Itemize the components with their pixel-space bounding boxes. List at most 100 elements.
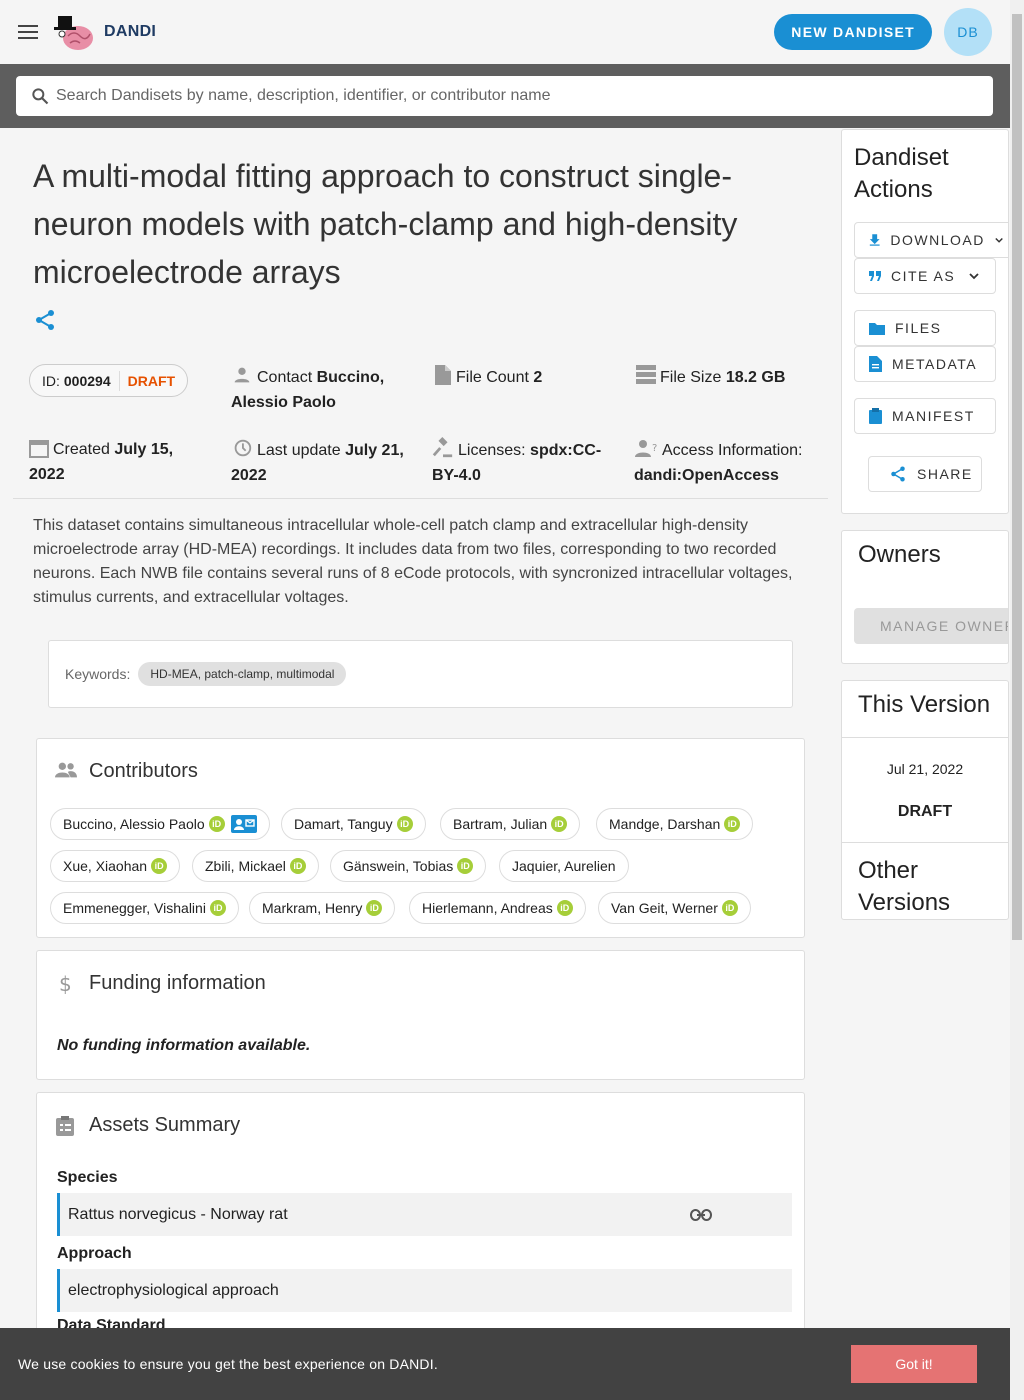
cite-as-button[interactable]: CITE AS bbox=[854, 258, 996, 294]
dandiset-id: 000294 bbox=[63, 372, 111, 389]
folder-icon bbox=[869, 322, 885, 335]
orcid-icon[interactable]: iD bbox=[396, 816, 413, 832]
metadata-button[interactable]: METADATA bbox=[854, 346, 996, 382]
cookie-banner: We use cookies to ensure you get the bes… bbox=[0, 1328, 1010, 1400]
share-label: SHARE bbox=[917, 466, 973, 482]
menu-icon[interactable] bbox=[8, 12, 48, 52]
metadata-label: METADATA bbox=[892, 356, 978, 372]
storage-icon bbox=[636, 365, 656, 384]
link-icon[interactable] bbox=[690, 1208, 712, 1222]
scrollbar-thumb[interactable] bbox=[1012, 14, 1022, 940]
orcid-icon[interactable]: iD bbox=[556, 900, 573, 916]
download-button[interactable]: DOWNLOAD bbox=[854, 222, 1008, 258]
new-dandiset-button[interactable]: NEW DANDISET bbox=[774, 14, 932, 50]
orcid-icon[interactable]: iD bbox=[208, 816, 225, 832]
version-status[interactable]: DRAFT bbox=[842, 803, 1008, 821]
contributor-chip[interactable]: Xue, Xiaohan iD bbox=[50, 850, 181, 882]
created-label: Created bbox=[53, 441, 110, 458]
contributor-chip[interactable]: Van Geit, Werner iD bbox=[598, 892, 751, 924]
manifest-button[interactable]: MANIFEST bbox=[854, 398, 996, 434]
brand-name[interactable]: DANDI bbox=[104, 23, 156, 41]
versions-panel: This Version Jul 21, 2022 DRAFT Other Ve… bbox=[841, 680, 1009, 920]
approach-value: electrophysiological approach bbox=[68, 1281, 279, 1299]
search-bar bbox=[0, 64, 1010, 128]
license-info: Licenses: spdx:CC-BY-4.0 bbox=[432, 437, 612, 488]
access-value: dandi:OpenAccess bbox=[634, 467, 779, 484]
chevron-down-icon bbox=[995, 237, 1003, 243]
user-avatar[interactable]: DB bbox=[944, 8, 992, 56]
contributor-name: Buccino, Alessio Paolo bbox=[63, 816, 205, 832]
scrollbar[interactable] bbox=[1010, 0, 1024, 1400]
history-icon bbox=[234, 439, 252, 457]
chevron-down-icon bbox=[969, 272, 979, 279]
cite-as-label: CITE AS bbox=[891, 268, 956, 284]
dandiset-description: This dataset contains simultaneous intra… bbox=[33, 517, 793, 606]
document-icon bbox=[869, 356, 882, 372]
owners-panel: Owners MANAGE OWNERS bbox=[841, 530, 1009, 664]
species-item: Rattus norvegicus - Norway rat bbox=[57, 1193, 792, 1236]
contributors-card: Contributors Buccino, Alessio Paolo iD D… bbox=[36, 738, 805, 938]
license-label: Licenses: bbox=[458, 442, 526, 459]
contributor-chip[interactable]: Emmenegger, Vishalini iD bbox=[50, 892, 239, 924]
contributor-name: Mandge, Darshan bbox=[609, 816, 721, 832]
share-icon[interactable] bbox=[33, 308, 57, 337]
contributor-chip[interactable]: Markram, Henry iD bbox=[249, 892, 396, 924]
contributors-title: Contributors bbox=[89, 760, 198, 782]
access-label: Access Information: bbox=[662, 442, 803, 459]
search-box bbox=[16, 76, 993, 116]
contributor-name: Jaquier, Aurelien bbox=[512, 858, 616, 874]
calendar-icon bbox=[29, 440, 49, 458]
manage-owners-button[interactable]: MANAGE OWNERS bbox=[854, 608, 1008, 644]
contact-label: Contact bbox=[257, 369, 313, 386]
contributor-chip[interactable]: Hierlemann, Andreas iD bbox=[409, 892, 586, 924]
approach-item: electrophysiological approach bbox=[57, 1269, 792, 1312]
orcid-icon[interactable]: iD bbox=[366, 900, 383, 916]
assets-summary-title: Assets Summary bbox=[89, 1114, 241, 1136]
orcid-icon[interactable]: iD bbox=[457, 858, 474, 874]
updated-info: Last update July 21, 2022 bbox=[231, 437, 416, 488]
funding-empty-text: No funding information available. bbox=[57, 1037, 311, 1054]
contributor-name: Bartram, Julian bbox=[453, 816, 548, 832]
contributor-chip[interactable]: Gänswein, Tobias iD bbox=[330, 850, 487, 882]
this-version-title: This Version bbox=[858, 691, 991, 718]
contributor-chip[interactable]: Mandge, Darshan iD bbox=[596, 808, 754, 840]
id-label: ID: bbox=[42, 372, 60, 389]
version-date[interactable]: Jul 21, 2022 bbox=[842, 761, 1008, 777]
funding-title: Funding information bbox=[89, 972, 266, 994]
svg-text:?: ? bbox=[652, 443, 657, 454]
dandi-logo[interactable] bbox=[52, 10, 96, 54]
files-button[interactable]: FILES bbox=[854, 310, 996, 346]
cookie-text: We use cookies to ensure you get the bes… bbox=[18, 1356, 438, 1372]
manifest-label: MANIFEST bbox=[892, 408, 975, 424]
orcid-icon[interactable]: iD bbox=[289, 858, 306, 874]
contributor-name: Gänswein, Tobias bbox=[343, 858, 454, 874]
file-count-value: 2 bbox=[533, 369, 543, 386]
contact-card-icon bbox=[230, 815, 257, 833]
contributor-chip[interactable]: Buccino, Alessio Paolo iD bbox=[50, 808, 270, 840]
contributor-name: Zbili, Mickael bbox=[205, 858, 286, 874]
species-value: Rattus norvegicus - Norway rat bbox=[68, 1205, 288, 1223]
contributor-chip[interactable]: Jaquier, Aurelien bbox=[499, 850, 629, 882]
orcid-icon[interactable]: iD bbox=[721, 900, 738, 916]
contributor-name: Van Geit, Werner bbox=[611, 900, 718, 916]
contributor-chip[interactable]: Bartram, Julian iD bbox=[440, 808, 581, 840]
keywords-label: Keywords: bbox=[65, 666, 131, 682]
orcid-icon[interactable]: iD bbox=[209, 900, 226, 916]
orcid-icon[interactable]: iD bbox=[724, 816, 741, 832]
keyword-chip[interactable]: HD-MEA, patch-clamp, multimodal bbox=[138, 662, 347, 686]
file-count-info: File Count 2 bbox=[434, 364, 614, 390]
keywords-box: Keywords: HD-MEA, patch-clamp, multimoda… bbox=[48, 640, 793, 708]
download-label: DOWNLOAD bbox=[890, 232, 985, 248]
search-input[interactable] bbox=[56, 76, 993, 116]
share-button[interactable]: SHARE bbox=[868, 456, 982, 492]
people-icon bbox=[55, 762, 77, 778]
cookie-accept-button[interactable]: Got it! bbox=[851, 1345, 977, 1383]
file-size-label: File Size bbox=[660, 369, 722, 386]
owners-title: Owners bbox=[858, 541, 941, 568]
orcid-icon[interactable]: iD bbox=[551, 816, 568, 832]
other-versions-title: Other Versions bbox=[858, 857, 951, 916]
contributor-chip[interactable]: Zbili, Mickael iD bbox=[192, 850, 319, 882]
approach-label: Approach bbox=[57, 1245, 132, 1262]
contributor-chip[interactable]: Damart, Tanguy iD bbox=[281, 808, 426, 840]
orcid-icon[interactable]: iD bbox=[151, 858, 168, 874]
